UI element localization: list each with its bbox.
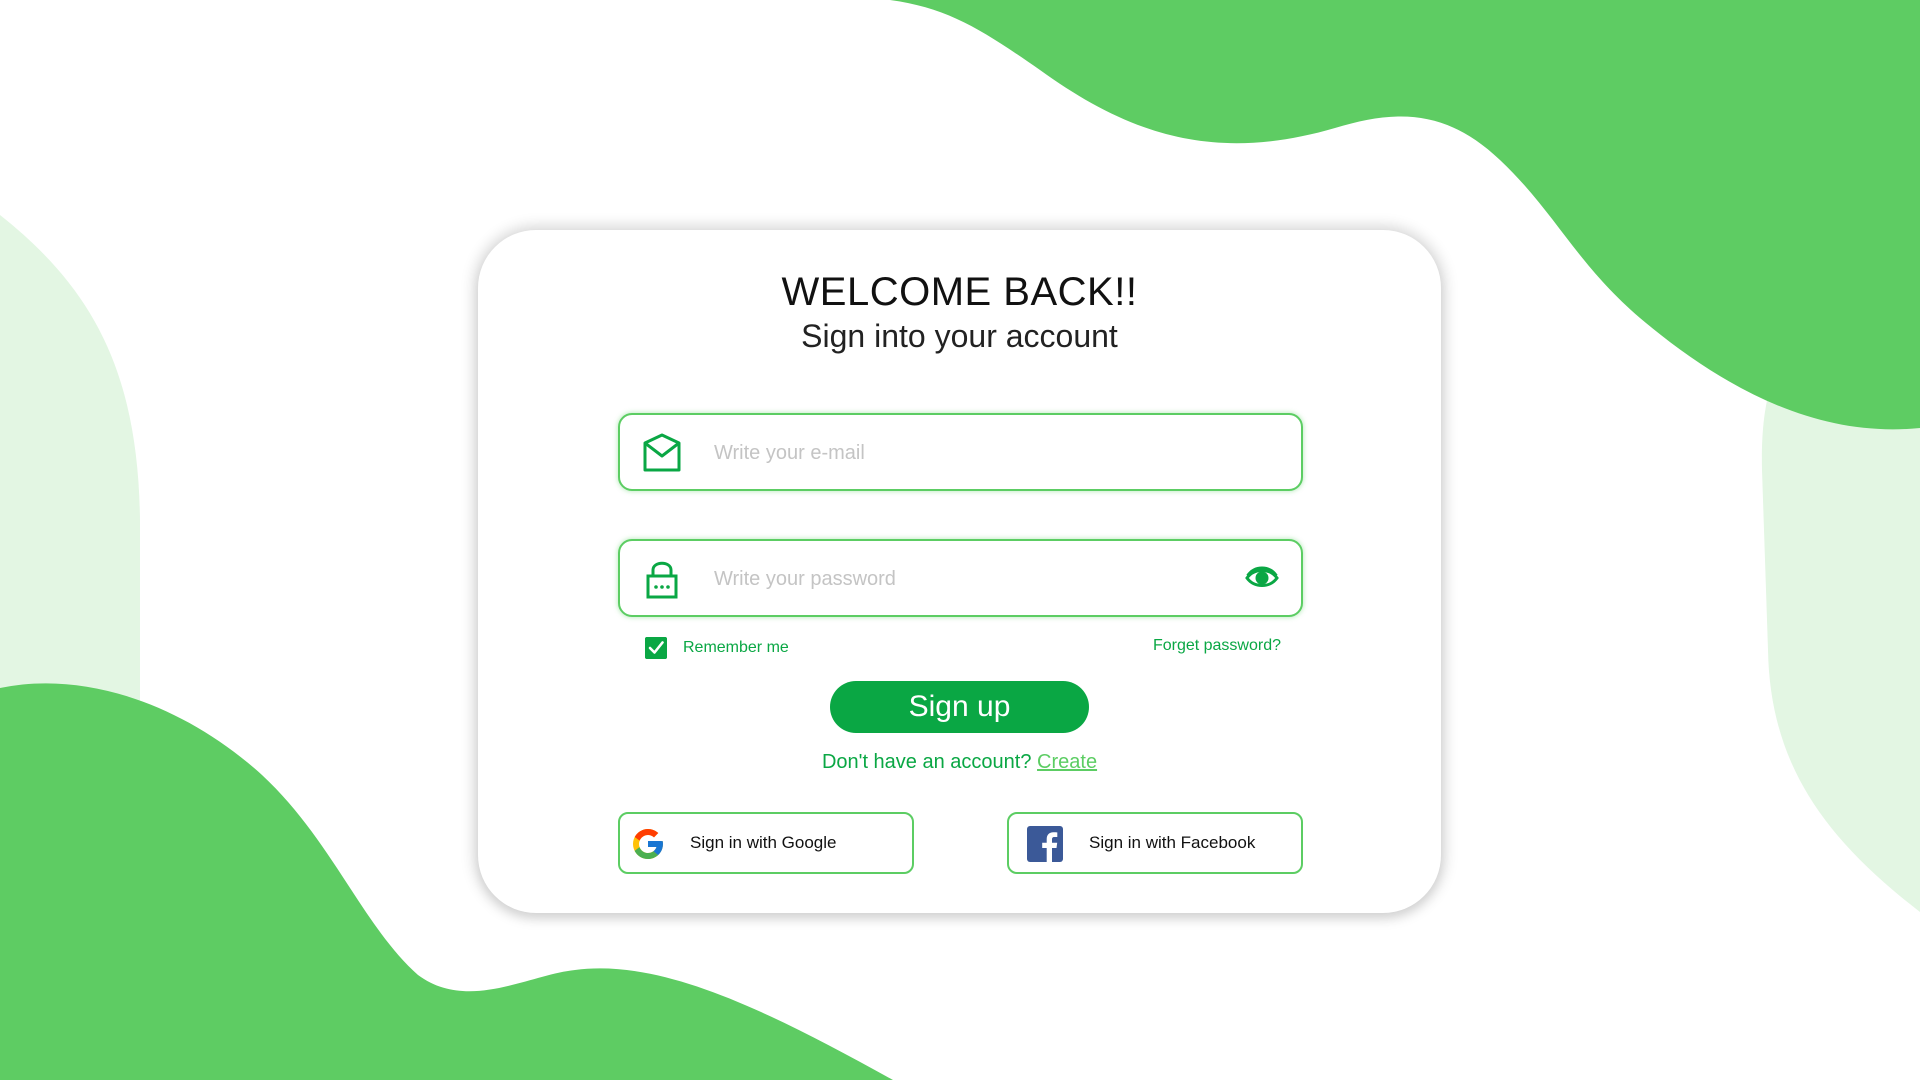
create-account-link[interactable]: Create xyxy=(1037,751,1097,773)
facebook-sign-in-button[interactable]: Sign in with Facebook xyxy=(1007,812,1303,874)
no-account-prompt: Don't have an account? Create xyxy=(478,751,1441,774)
google-sign-in-button[interactable]: Sign in with Google xyxy=(618,812,914,874)
password-field xyxy=(618,539,1303,617)
envelope-icon xyxy=(643,433,681,472)
remember-me-label: Remember me xyxy=(683,639,789,656)
lock-icon xyxy=(646,561,678,599)
sign-up-button[interactable]: Sign up xyxy=(830,681,1089,733)
eye-icon[interactable] xyxy=(1245,565,1279,591)
remember-me-checkbox[interactable]: Remember me xyxy=(645,635,789,661)
login-card: WELCOME BACK!! Sign into your account Re… xyxy=(478,230,1441,913)
page-title: WELCOME BACK!! xyxy=(781,270,1138,314)
email-input[interactable] xyxy=(712,431,1196,475)
page-subtitle: Sign into your account xyxy=(801,318,1118,354)
checkmark-icon xyxy=(645,637,667,659)
google-sign-in-label: Sign in with Google xyxy=(690,833,837,852)
no-account-text: Don't have an account? xyxy=(821,751,1032,773)
facebook-sign-in-label: Sign in with Facebook xyxy=(1089,833,1256,852)
facebook-icon xyxy=(1027,826,1063,862)
google-icon xyxy=(633,829,663,859)
email-field xyxy=(618,413,1303,491)
password-input[interactable] xyxy=(712,557,1196,601)
forgot-password-link[interactable]: Forget password? xyxy=(1153,637,1281,655)
